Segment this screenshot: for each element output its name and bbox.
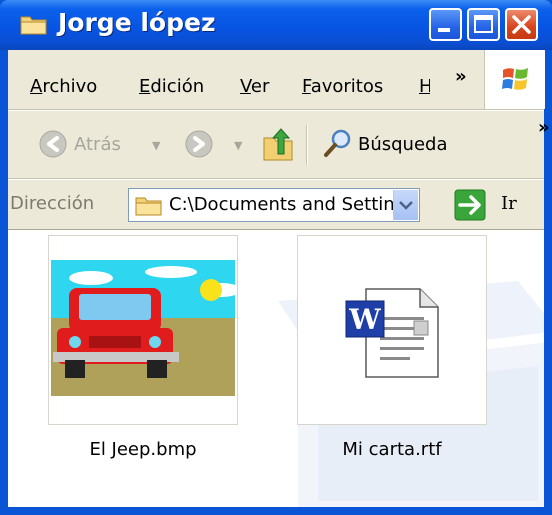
toolbar-overflow-chevron[interactable]: »	[538, 117, 550, 138]
folder-icon	[20, 16, 47, 35]
word-document-icon: W	[345, 288, 439, 378]
menu-favoritos[interactable]: Favoritos	[302, 76, 383, 97]
menu-ayuda-truncated[interactable]: H	[419, 76, 430, 97]
go-arrow-icon[interactable]	[454, 189, 486, 221]
file-thumbnail[interactable]: W	[297, 235, 487, 425]
window-title: Jorge lópez	[58, 8, 216, 37]
search-button-label[interactable]: Búsqueda	[358, 134, 448, 155]
close-icon	[512, 15, 531, 34]
file-name-label[interactable]: El Jeep.bmp	[33, 439, 253, 460]
forward-dropdown-icon[interactable]: ▼	[234, 139, 242, 152]
toolbar-separator	[306, 125, 307, 165]
maximize-icon	[474, 15, 493, 33]
file-thumbnail[interactable]	[48, 235, 238, 425]
chevron-down-icon	[399, 201, 413, 210]
search-icon[interactable]	[322, 127, 354, 159]
go-button-label[interactable]: Ir	[501, 193, 517, 214]
forward-arrow-icon[interactable]	[184, 129, 214, 159]
svg-text:W: W	[348, 303, 381, 336]
back-label[interactable]: Atrás	[74, 134, 121, 155]
address-label: Dirección	[10, 193, 95, 214]
maximize-button[interactable]	[467, 8, 500, 41]
standard-toolbar: Atrás ▼ ▼ Búsqueda »	[8, 111, 550, 179]
file-name-label[interactable]: Mi carta.rtf	[282, 439, 502, 460]
menu-edicion[interactable]: Edición	[139, 76, 204, 97]
address-input[interactable]: C:\Documents and Settings\Jorge lópez	[128, 188, 420, 222]
folder-icon	[135, 197, 162, 216]
address-dropdown-button[interactable]	[393, 190, 418, 220]
address-bar: Dirección C:\Documents and Settings\Jorg…	[8, 180, 544, 230]
title-bar[interactable]: Jorge lópez	[0, 0, 552, 50]
minimize-icon	[438, 28, 450, 32]
menu-overflow-chevron[interactable]: »	[455, 66, 467, 87]
file-list-view[interactable]: El Jeep.bmp W Mi carta.rtf	[8, 231, 544, 507]
jeep-bitmap-thumbnail	[51, 260, 235, 396]
windows-logo-icon	[502, 68, 528, 90]
minimize-button[interactable]	[429, 8, 462, 41]
back-arrow-icon[interactable]	[38, 129, 68, 159]
menu-ver[interactable]: Ver	[240, 76, 269, 97]
menu-bar: Archivo Edición Ver Favoritos H »	[8, 50, 545, 110]
folder-up-icon[interactable]	[262, 126, 296, 162]
menu-archivo[interactable]: Archivo	[30, 76, 97, 97]
address-path: C:\Documents and Settings\Jorge lópez	[169, 194, 401, 215]
windows-logo-box	[484, 50, 545, 109]
back-dropdown-icon[interactable]: ▼	[152, 139, 160, 152]
close-button[interactable]	[505, 8, 538, 41]
